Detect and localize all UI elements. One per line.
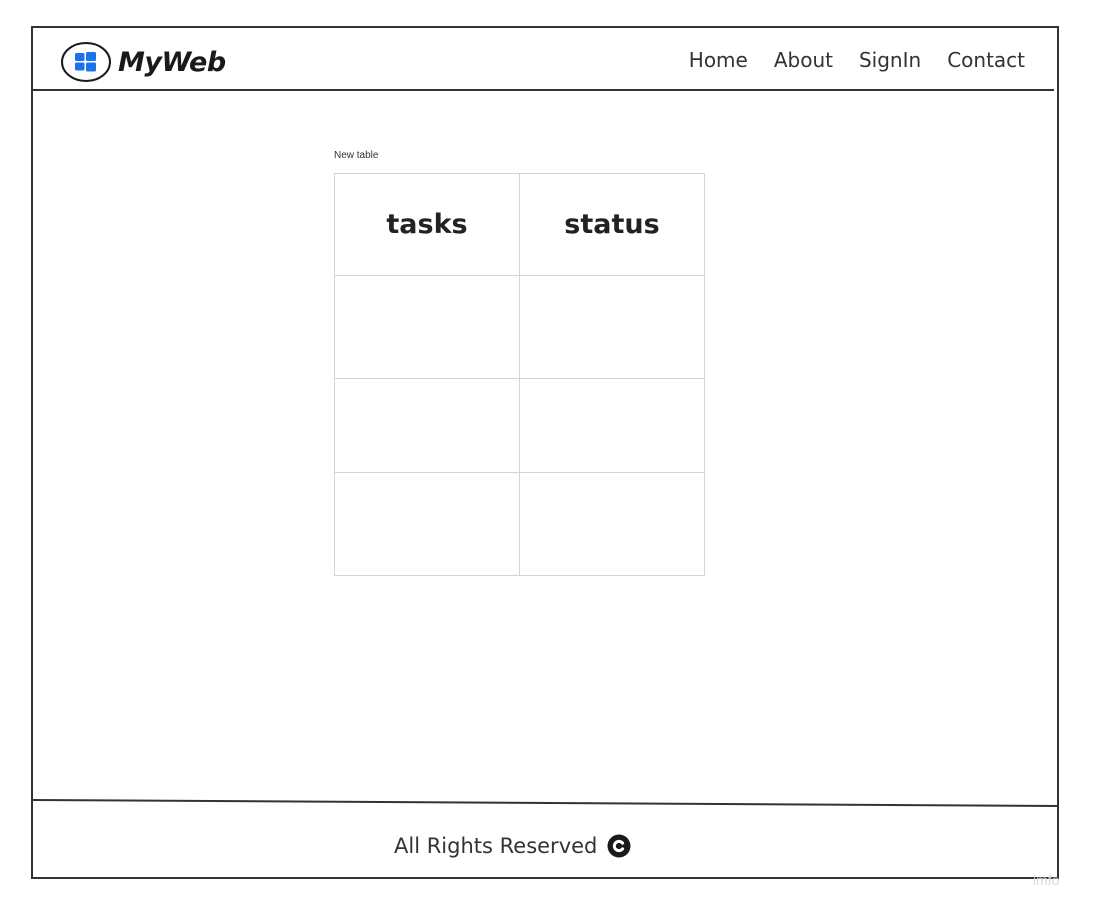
table-cell-status[interactable] <box>519 275 705 379</box>
nav-link-contact[interactable]: Contact <box>947 48 1025 72</box>
footer-copyright-text: All Rights Reserved <box>394 834 598 858</box>
copyright-icon <box>607 834 631 858</box>
table-cell-task[interactable] <box>334 275 520 379</box>
table-header-row: tasks status <box>334 173 705 276</box>
brand[interactable]: MyWeb <box>60 40 226 84</box>
header-divider <box>33 89 1054 91</box>
table-row <box>334 378 705 473</box>
table-cell-status[interactable] <box>519 472 705 576</box>
column-header-status: status <box>519 173 705 276</box>
brand-name: MyWeb <box>118 46 226 78</box>
column-header-tasks: tasks <box>334 173 520 276</box>
nav-link-signin[interactable]: SignIn <box>859 48 921 72</box>
nav-link-about[interactable]: About <box>774 48 833 72</box>
footer-divider <box>33 799 1059 807</box>
footer: All Rights Reserved <box>394 834 631 858</box>
table-cell-task[interactable] <box>334 378 520 473</box>
table-cell-status[interactable] <box>519 378 705 473</box>
main-nav: Home About SignIn Contact <box>689 48 1025 72</box>
nav-link-home[interactable]: Home <box>689 48 748 72</box>
table-cell-task[interactable] <box>334 472 520 576</box>
tasks-table: tasks status <box>334 173 705 576</box>
windows-logo-icon <box>61 42 111 82</box>
watermark-text: imfo <box>1033 872 1060 888</box>
table-caption: New table <box>334 150 379 161</box>
table-row <box>334 472 705 576</box>
table-row <box>334 275 705 379</box>
